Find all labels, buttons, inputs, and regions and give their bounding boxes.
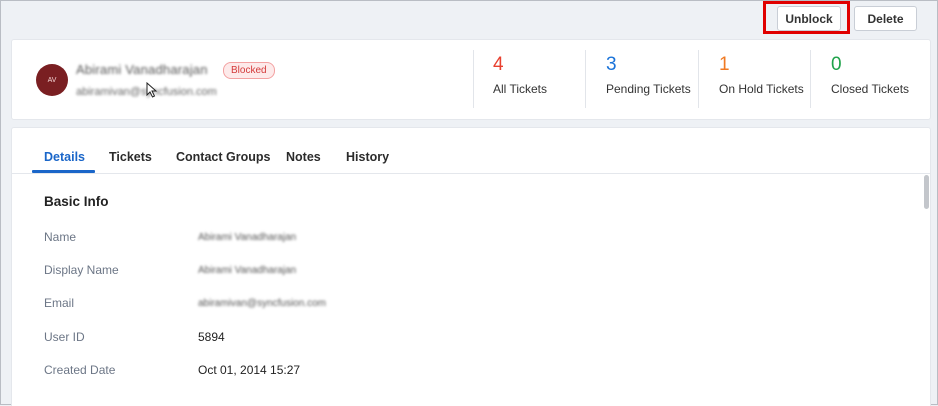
tab-details[interactable]: Details	[44, 150, 85, 164]
field-value-user-id: 5894	[198, 330, 225, 344]
stat-count: 3	[606, 54, 617, 75]
field-label-display-name: Display Name	[44, 263, 119, 277]
unblock-highlight-box	[763, 1, 850, 34]
tab-contact-groups[interactable]: Contact Groups	[176, 150, 270, 164]
profile-card: AV Abirami Vanadharajan Blocked abiramiv…	[11, 39, 931, 120]
tab-tickets[interactable]: Tickets	[109, 150, 152, 164]
tab-bar: Details Tickets Contact Groups Notes His…	[12, 128, 930, 174]
stat-divider	[810, 50, 811, 108]
scrollbar-thumb[interactable]	[924, 175, 929, 209]
active-tab-indicator	[32, 170, 95, 173]
tab-notes[interactable]: Notes	[286, 150, 321, 164]
stat-label: On Hold Tickets	[719, 82, 804, 96]
tab-history[interactable]: History	[346, 150, 389, 164]
user-name: Abirami Vanadharajan	[76, 62, 208, 77]
field-value-email: abiramivan@syncfusion.com	[198, 298, 326, 309]
mouse-cursor-icon	[146, 82, 158, 98]
stat-divider	[585, 50, 586, 108]
field-label-name: Name	[44, 230, 77, 244]
stat-count: 0	[831, 54, 842, 75]
status-badge: Blocked	[223, 62, 275, 79]
stat-label: All Tickets	[493, 82, 548, 96]
stat-count: 1	[719, 54, 730, 75]
delete-button[interactable]: Delete	[854, 6, 917, 31]
avatar: AV	[36, 64, 68, 96]
stat-label: Pending Tickets	[606, 82, 691, 96]
field-value-display-name: Abirami Vanadharajan	[198, 265, 297, 276]
stat-count: 4	[493, 54, 504, 75]
field-label-created-date: Created Date	[44, 363, 116, 377]
details-card: Details Tickets Contact Groups Notes His…	[11, 127, 931, 406]
stat-divider	[698, 50, 699, 108]
field-label-email: Email	[44, 296, 75, 310]
stat-divider	[473, 50, 474, 108]
field-label-user-id: User ID	[44, 330, 85, 344]
field-value-name: Abirami Vanadharajan	[198, 232, 297, 243]
field-value-created-date: Oct 01, 2014 15:27	[198, 363, 301, 377]
section-title: Basic Info	[44, 194, 109, 209]
vertical-scrollbar[interactable]	[923, 172, 930, 406]
stat-label: Closed Tickets	[831, 82, 910, 96]
